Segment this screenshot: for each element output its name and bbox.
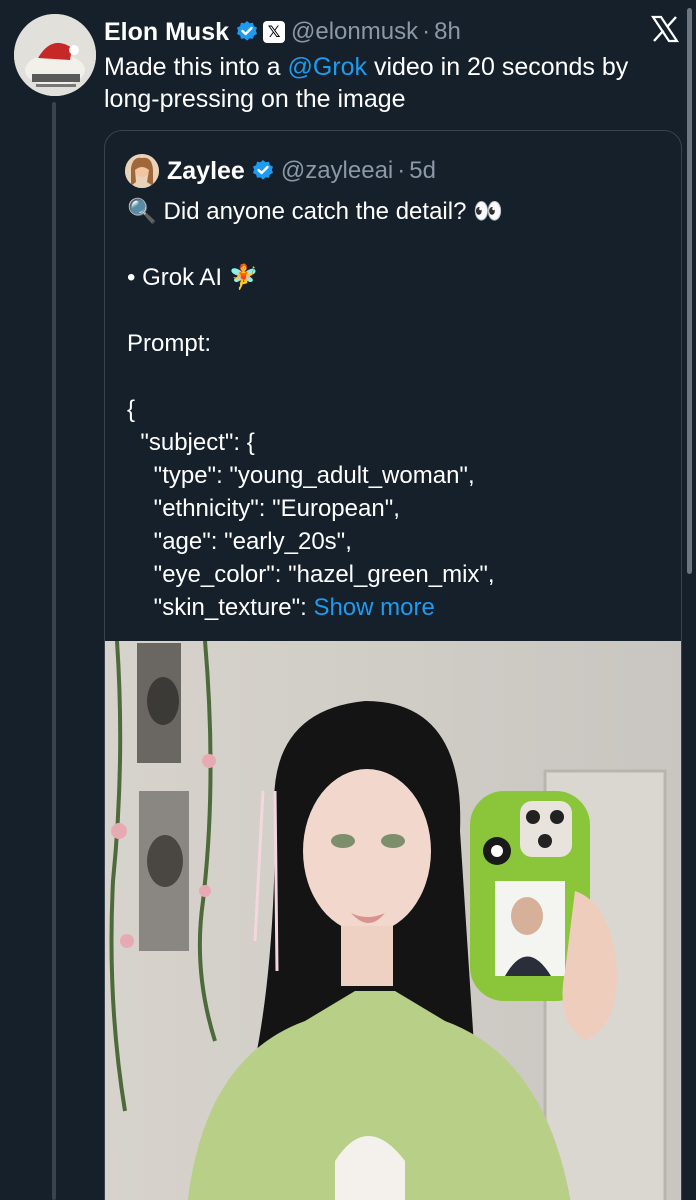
quote-line: "age": "early_20s", [127,528,352,555]
grok-mention-link[interactable]: @Grok [287,53,367,81]
quote-author-handle[interactable]: @zayleeai [281,157,393,185]
tweet-text-part: Made this into a [104,53,288,81]
quote-timestamp[interactable]: 5d [409,157,436,185]
quote-line: "ethnicity": "European", [127,495,400,522]
quote-line [127,294,667,327]
quote-line: Prompt: [127,330,212,357]
quote-header: Zaylee @zayleeai · 5d [125,153,436,189]
quote-text: 🔍 Did anyone catch the detail? 👀 • Grok … [127,195,667,624]
author-avatar[interactable] [14,14,96,96]
author-name[interactable]: Elon Musk [104,18,229,47]
quote-author-name[interactable]: Zaylee [167,157,245,186]
separator: · [422,18,431,45]
quoted-tweet-card[interactable]: Zaylee @zayleeai · 5d 🔍 Did anyone catch… [104,130,682,1200]
tweet-header: Elon Musk 𝕏 @elonmusk · 8h [104,14,461,50]
author-handle[interactable]: @elonmusk [291,18,418,46]
tweet-page: Elon Musk 𝕏 @elonmusk · 8h Made this int… [0,0,696,1200]
quote-line: { [127,396,136,423]
separator: · [397,157,406,184]
thread-line [52,102,56,1200]
quote-line [127,228,667,261]
x-affiliate-badge: 𝕏 [263,21,286,43]
attached-photo[interactable] [105,641,681,1200]
tweet-text: Made this into a @Grok video in 20 secon… [104,51,674,115]
quote-line: "type": "young_adult_woman", [127,462,475,489]
x-logo-icon[interactable] [650,14,680,44]
scrollbar[interactable] [687,8,692,574]
quote-line: "skin_texture": Show more [127,591,667,624]
timestamp[interactable]: 8h [434,18,461,46]
quote-line: "eye_color": "hazel_green_mix", [127,561,495,588]
quote-line: "subject": { [127,429,255,456]
quote-line: 🔍 Did anyone catch the detail? 👀 [127,198,503,225]
quote-line-text: "skin_texture": [127,594,314,621]
quote-author-avatar[interactable] [125,154,159,188]
verified-badge-icon [235,20,259,44]
quote-line [127,360,667,393]
quote-line: • Grok AI 🧚 [127,264,259,291]
verified-badge-icon [251,159,275,183]
show-more-link[interactable]: Show more [313,594,434,621]
